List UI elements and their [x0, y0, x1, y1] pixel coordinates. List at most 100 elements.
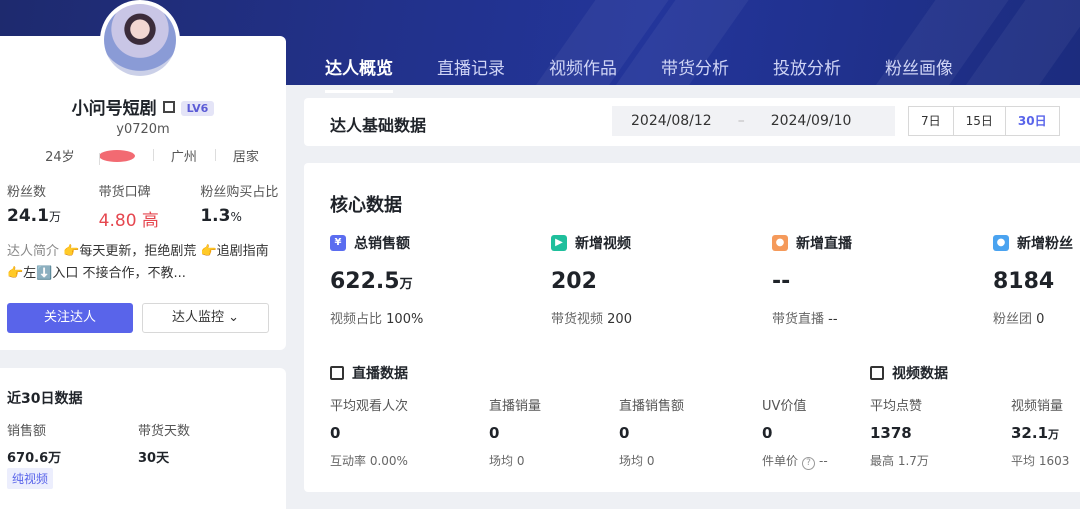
bio-label: 达人简介 — [7, 244, 60, 259]
metric-new-videos: ▶ 新增视频 202 带货视频 200 — [551, 233, 632, 327]
stat-label: 带货口碑 — [98, 185, 151, 200]
basic-data-bar: 达人基础数据 2024/08/12 – 2024/09/10 7日 15日 30… — [304, 98, 1080, 146]
metric-sub-value: 100% — [386, 312, 424, 327]
range-15d[interactable]: 15日 — [952, 106, 1006, 136]
last30-title: 近30日数据 — [7, 391, 83, 407]
date-range-picker[interactable]: 2024/08/12 – 2024/09/10 — [612, 106, 895, 136]
stat-value: 4.80 高 — [98, 211, 159, 231]
tab-video-works[interactable]: 视频作品 — [549, 54, 617, 87]
live-label: UV价值 — [762, 399, 807, 414]
avatar[interactable] — [104, 4, 176, 76]
follow-button[interactable]: 关注达人 — [7, 303, 133, 333]
help-icon[interactable]: ? — [802, 457, 816, 470]
profile-meta: 24岁 广州 居家 — [0, 146, 286, 165]
last30-sales: 销售额 670.6万 — [7, 420, 61, 466]
last30-days-value: 30天 — [138, 451, 170, 466]
stat-label: 粉丝数 — [7, 185, 47, 200]
stat-fan-purchase: 粉丝购买占比 1.3% — [180, 181, 282, 231]
metric-value: 622.5 — [330, 269, 400, 294]
stat-label: 粉丝购买占比 — [200, 185, 279, 200]
metric-label: 新增粉丝 — [1017, 236, 1073, 252]
live-sub-label: 件单价 — [762, 454, 799, 468]
tab-live-records[interactable]: 直播记录 — [437, 54, 505, 87]
metric-sub-label: 带货直播 — [772, 312, 825, 327]
profile-category: 居家 — [214, 146, 277, 165]
metric-label: 新增直播 — [796, 236, 852, 252]
stat-fans: 粉丝数 24.1万 — [7, 181, 89, 231]
date-separator: – — [737, 113, 745, 129]
live-sales-volume: 直播销量 0 场均 0 — [489, 395, 541, 469]
metric-label: 新增视频 — [575, 236, 631, 252]
live-label: 直播销售额 — [619, 399, 685, 414]
profile-bio: 达人简介 👉每天更新，拒绝剧荒 👉追剧指南👉左⬇️入口 不接合作，不教... — [7, 241, 272, 285]
profile-name-row: 小问号短剧 LV6 — [0, 94, 286, 119]
video-section-title: 视频数据 — [870, 363, 948, 383]
metric-value: 202 — [551, 269, 597, 294]
metric-label: 总销售额 — [354, 236, 410, 252]
live-sub-value: -- — [819, 454, 828, 468]
live-sub: 场均 0 — [619, 454, 655, 468]
live-title: 直播数据 — [352, 366, 408, 382]
date-end: 2024/09/10 — [770, 113, 852, 129]
user-icon: ● — [993, 235, 1009, 251]
profile-card: 小问号短剧 LV6 y0720m 24岁 广州 居家 粉丝数 24.1万 带货口碑… — [0, 0, 286, 350]
live-sub: 场均 0 — [489, 454, 525, 468]
live-label: 直播销量 — [489, 399, 542, 414]
video-only-tag: 纯视频 — [7, 468, 54, 489]
female-icon — [98, 150, 135, 165]
live-icon: ● — [772, 235, 788, 251]
range-selector: 7日 15日 30日 — [908, 106, 1060, 136]
date-start: 2024/08/12 — [631, 113, 712, 129]
metric-sub-label: 视频占比 — [330, 312, 383, 327]
metric-value: -- — [772, 269, 791, 294]
basic-data-title: 达人基础数据 — [330, 116, 427, 135]
metric-value: 8184 — [993, 269, 1055, 294]
metric-sub-value: 0 — [1036, 312, 1045, 327]
video-unit: 万 — [1048, 428, 1060, 441]
nav-tabs: 达人概览 直播记录 视频作品 带货分析 投放分析 粉丝画像 — [325, 54, 997, 93]
tab-ad-analysis[interactable]: 投放分析 — [773, 54, 841, 87]
range-30d[interactable]: 30日 — [1004, 106, 1060, 136]
video-sub: 最高 1.7万 — [870, 454, 929, 468]
live-value: 0 — [619, 424, 630, 442]
stat-unit: 万 — [48, 210, 61, 224]
video-title: 视频数据 — [892, 366, 948, 382]
profile-uid: y0720m — [116, 122, 170, 137]
tab-sales-analysis[interactable]: 带货分析 — [661, 54, 729, 87]
live-uv-value: UV价值 0 件单价? -- — [762, 395, 828, 470]
live-value: 0 — [762, 424, 773, 442]
live-avg-viewers: 平均观看人次 0 互动率 0.00% — [330, 395, 408, 469]
live-label: 平均观看人次 — [330, 399, 409, 414]
tab-fan-profile[interactable]: 粉丝画像 — [885, 54, 953, 87]
stat-value: 24.1 — [7, 206, 49, 226]
live-sales-amount: 直播销售额 0 场均 0 — [619, 395, 684, 469]
metric-new-live: ● 新增直播 -- 带货直播 -- — [772, 233, 852, 327]
video-sub: 平均 1603 — [1011, 454, 1070, 468]
video-label: 平均点赞 — [870, 399, 923, 414]
stat-unit: % — [230, 210, 242, 224]
qr-code-icon[interactable] — [162, 101, 175, 113]
live-value: 0 — [330, 424, 341, 442]
avatar-frame — [100, 0, 180, 80]
profile-age-wrap: 24岁 — [9, 146, 153, 165]
metric-total-sales: ¥ 总销售额 622.5万 视频占比 100% — [330, 233, 423, 327]
live-camera-icon — [330, 366, 344, 380]
core-data-title: 核心数据 — [330, 195, 402, 216]
range-7d[interactable]: 7日 — [908, 106, 954, 136]
live-sub: 互动率 0.00% — [330, 454, 408, 468]
live-value: 0 — [489, 424, 500, 442]
last30-sales-label: 销售额 — [7, 424, 47, 439]
last30-sales-value: 670.6万 — [7, 451, 62, 466]
profile-city: 广州 — [152, 146, 215, 165]
metric-sub-value: -- — [828, 312, 838, 327]
money-icon: ¥ — [330, 235, 346, 251]
metric-sub-value: 200 — [607, 312, 632, 327]
tab-overview[interactable]: 达人概览 — [325, 54, 393, 93]
video-sales-volume: 视频销量 32.1万 平均 1603 — [1011, 395, 1069, 469]
metric-sub-label: 粉丝团 — [993, 312, 1033, 327]
video-icon: ▶ — [551, 235, 567, 251]
monitor-dropdown-button[interactable]: 达人监控 ⌄ — [142, 303, 269, 333]
metric-sub-label: 带货视频 — [551, 312, 604, 327]
metric-unit: 万 — [399, 277, 413, 292]
core-data-card: 核心数据 ¥ 总销售额 622.5万 视频占比 100% ▶ 新增视频 202 带货… — [304, 163, 1080, 492]
